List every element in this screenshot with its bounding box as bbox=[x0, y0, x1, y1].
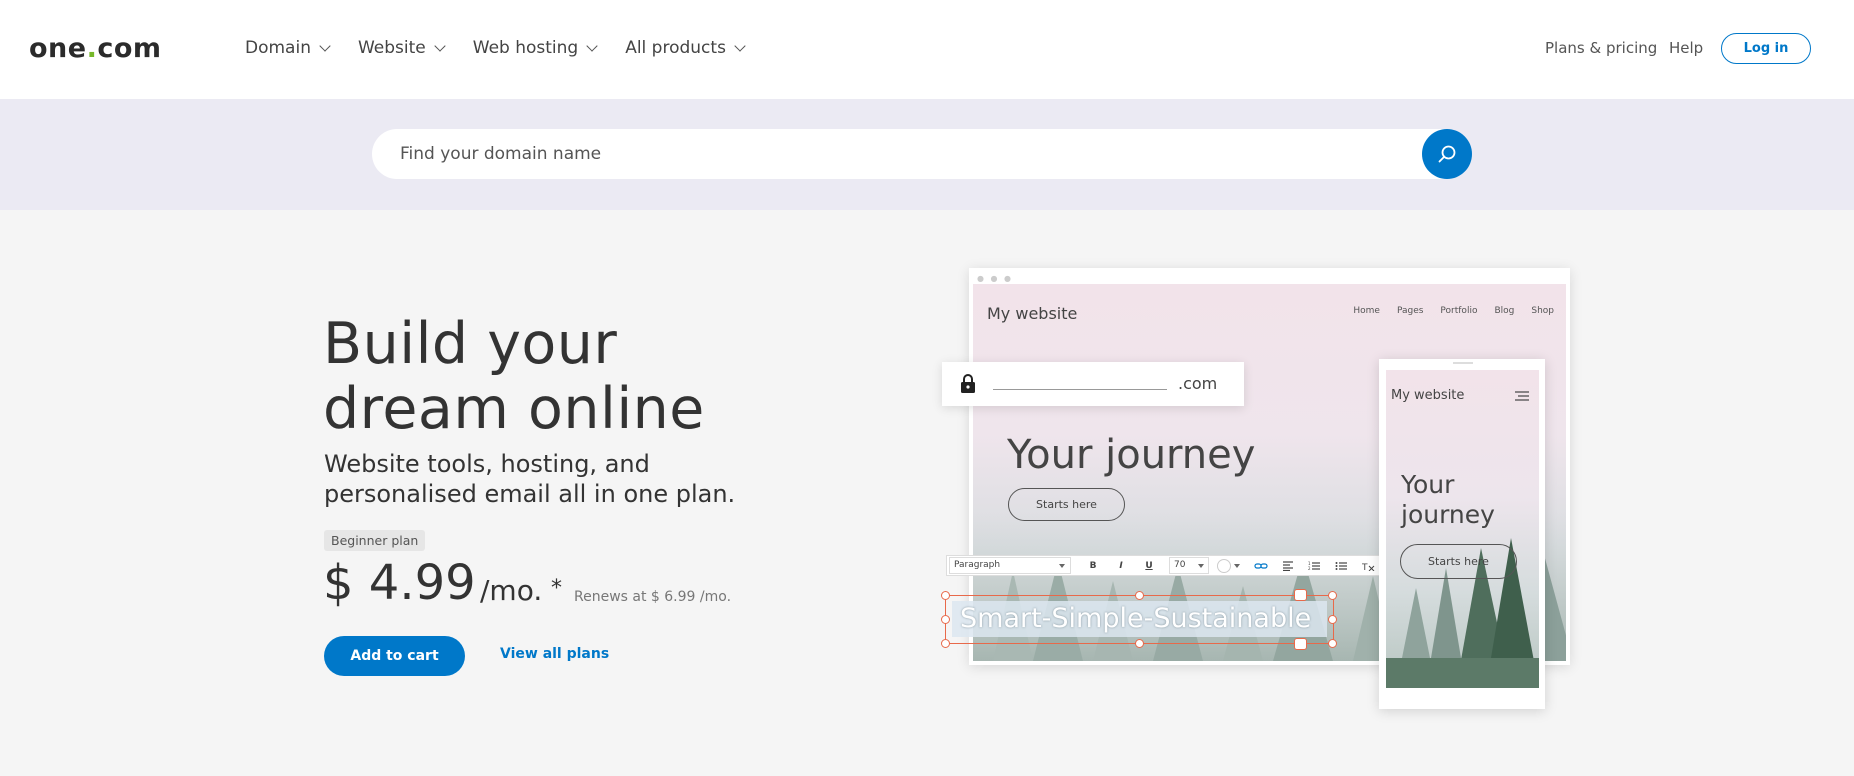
font-size-select: 70 bbox=[1169, 557, 1209, 574]
domain-search-box bbox=[372, 129, 1472, 179]
domain-card: .com bbox=[942, 362, 1244, 406]
resize-handle bbox=[1135, 591, 1144, 600]
hero-title: Build your dream online bbox=[323, 311, 705, 442]
resize-handle bbox=[1328, 639, 1337, 648]
resize-handle bbox=[1328, 591, 1337, 600]
site-title: My website bbox=[987, 304, 1078, 323]
site-menu: Home Pages Portfolio Blog Shop bbox=[1353, 306, 1554, 316]
color-picker-icon bbox=[1217, 558, 1231, 573]
resize-handle bbox=[1328, 615, 1337, 624]
phone-hero-heading: Your journey bbox=[1401, 470, 1495, 529]
price: $ 4.99 bbox=[323, 555, 476, 611]
phone-starts-button: Starts here bbox=[1400, 544, 1517, 579]
main-nav: Domain Website Web hosting All products bbox=[245, 38, 773, 58]
price-period: /mo. bbox=[480, 574, 543, 607]
chevron-down-icon bbox=[1294, 638, 1307, 650]
domain-search-band bbox=[0, 99, 1854, 210]
hamburger-icon bbox=[1515, 391, 1529, 401]
text-editor-toolbar: Paragraph B I U 70 12 T bbox=[946, 555, 1391, 576]
site-starts-button: Starts here bbox=[1008, 488, 1125, 521]
phone-notch bbox=[1453, 362, 1473, 364]
align-left-icon bbox=[1283, 560, 1293, 571]
resize-handle bbox=[941, 615, 950, 624]
renewal-price: Renews at $ 6.99 /mo. bbox=[574, 589, 732, 605]
site-hero-heading: Your journey bbox=[1007, 432, 1256, 478]
bold-button: B bbox=[1089, 560, 1097, 571]
domain-tld: .com bbox=[1178, 374, 1218, 393]
phone-site-title: My website bbox=[1391, 388, 1465, 403]
resize-handle bbox=[1135, 639, 1144, 648]
nav-item-web-hosting[interactable]: Web hosting bbox=[473, 38, 598, 58]
chevron-down-icon bbox=[1294, 589, 1307, 601]
site-menu-item: Shop bbox=[1531, 306, 1554, 316]
chevron-down-icon bbox=[586, 39, 598, 52]
site-menu-item: Home bbox=[1353, 306, 1380, 316]
resize-handle bbox=[941, 639, 950, 648]
plans-pricing-link[interactable]: Plans & pricing bbox=[1545, 39, 1657, 57]
svg-text:2: 2 bbox=[1308, 566, 1311, 571]
clear-format-icon: T bbox=[1362, 563, 1375, 571]
link-icon bbox=[1254, 562, 1268, 569]
phone-mockup: My website Your journey Starts here bbox=[1379, 359, 1545, 709]
paragraph-select: Paragraph bbox=[949, 557, 1071, 574]
domain-underline bbox=[993, 389, 1167, 390]
hero-subtitle: Website tools, hosting, and personalised… bbox=[324, 450, 736, 508]
nav-item-website[interactable]: Website bbox=[358, 38, 446, 58]
add-to-cart-button[interactable]: Add to cart bbox=[324, 636, 465, 676]
site-header: one.com Domain Website Web hosting All p… bbox=[0, 0, 1854, 99]
ordered-list-icon: 12 bbox=[1308, 561, 1320, 571]
domain-search-input[interactable] bbox=[400, 129, 1400, 179]
site-menu-item: Blog bbox=[1494, 306, 1515, 316]
underline-button: U bbox=[1145, 560, 1153, 571]
search-button[interactable] bbox=[1422, 129, 1472, 179]
site-menu-item: Portfolio bbox=[1440, 306, 1478, 316]
selected-text-box: Smart-Simple-Sustainable bbox=[941, 589, 1337, 650]
chevron-down-icon bbox=[734, 39, 746, 52]
search-icon bbox=[1438, 145, 1456, 163]
plan-badge: Beginner plan bbox=[324, 530, 426, 551]
bullet-list-icon bbox=[1335, 561, 1347, 570]
help-link[interactable]: Help bbox=[1669, 39, 1703, 57]
site-menu-item: Pages bbox=[1396, 306, 1424, 316]
login-button[interactable]: Log in bbox=[1721, 33, 1811, 64]
caret-down-icon bbox=[1234, 563, 1240, 568]
phone-screen: My website Your journey Starts here bbox=[1386, 370, 1539, 688]
one-com-logo[interactable]: one.com bbox=[29, 33, 162, 64]
chevron-down-icon bbox=[319, 39, 331, 52]
nav-item-all-products[interactable]: All products bbox=[625, 38, 746, 58]
price-asterisk: * bbox=[551, 576, 562, 601]
view-all-plans-link[interactable]: View all plans bbox=[500, 646, 609, 662]
nav-item-domain[interactable]: Domain bbox=[245, 38, 331, 58]
lock-icon bbox=[960, 373, 976, 397]
svg-text:T: T bbox=[1362, 563, 1368, 571]
chevron-down-icon bbox=[434, 39, 446, 52]
italic-button: I bbox=[1119, 560, 1123, 571]
resize-handle bbox=[941, 591, 950, 600]
header-right-nav: Plans & pricing Help Log in bbox=[1545, 33, 1854, 64]
editable-text: Smart-Simple-Sustainable bbox=[952, 601, 1327, 637]
browser-dots: ● ● ● bbox=[977, 274, 1014, 283]
